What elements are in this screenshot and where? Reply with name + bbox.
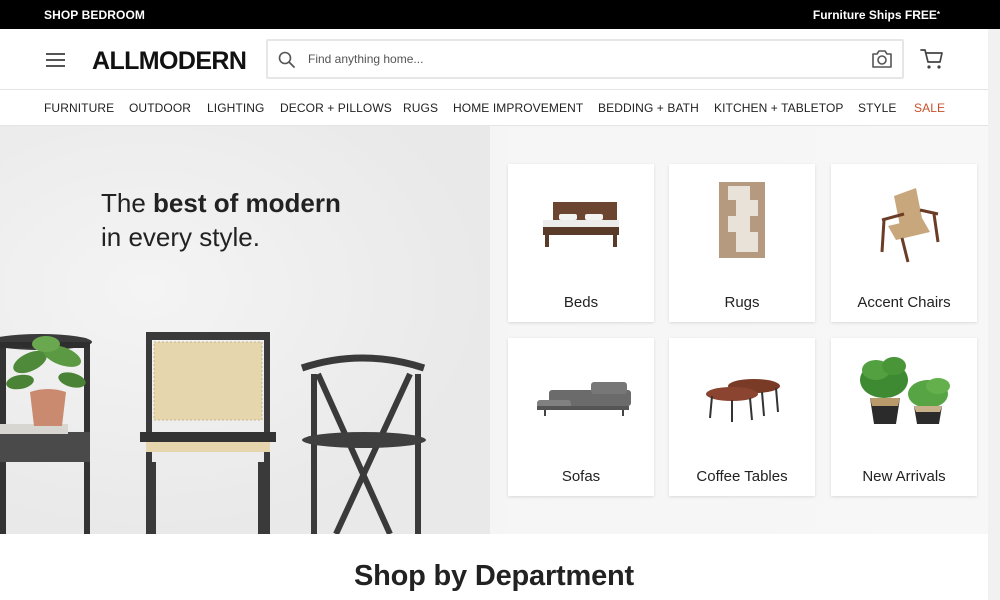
category-label-beds: Beds — [563, 294, 599, 311]
nav-item-style[interactable]: STYLE — [858, 101, 897, 115]
hero-title-line2: in every style. — [101, 222, 260, 252]
allmodern-logo[interactable]: ALLMODERN — [92, 47, 247, 76]
nav-item-lighting[interactable]: LIGHTING — [207, 101, 264, 115]
coffee-table-image — [706, 379, 780, 422]
hero-title-bold: best of modern — [153, 188, 341, 218]
category-card-sofas[interactable]: Sofas — [508, 338, 654, 496]
category-label-new-arrivals: New Arrivals — [862, 468, 946, 485]
accent-chair-image — [880, 188, 940, 263]
shop-by-department-heading: Shop by Department — [354, 560, 634, 592]
hero-headline: The best of modern in every style. — [101, 186, 341, 254]
free-shipping-link[interactable]: Furniture Ships FREE* — [813, 8, 940, 22]
nav-item-outdoor[interactable]: OUTDOOR — [129, 101, 191, 115]
nav-item-kitchen-tabletop[interactable]: KITCHEN + TABLETOP — [714, 101, 844, 115]
plants-image — [860, 357, 950, 424]
hero-banner: The best of modern in every style. Beds … — [0, 126, 988, 534]
sofa-image — [537, 382, 631, 416]
category-nav: FURNITURE OUTDOOR LIGHTING DECOR + PILLO… — [0, 90, 988, 126]
category-label-sofas: Sofas — [561, 468, 601, 485]
nav-item-furniture[interactable]: FURNITURE — [44, 101, 114, 115]
free-shipping-asterisk: * — [936, 10, 940, 19]
category-label-accent-chairs: Accent Chairs — [857, 294, 951, 311]
nav-item-bedding-bath[interactable]: BEDDING + BATH — [598, 101, 699, 115]
nav-item-rugs[interactable]: RUGS — [403, 101, 438, 115]
site-header: ALLMODERN — [0, 29, 988, 90]
category-card-accent-chairs[interactable]: Accent Chairs — [831, 164, 977, 322]
hero-title-plain: The — [101, 188, 154, 218]
nav-item-decor-pillows[interactable]: DECOR + PILLOWS — [280, 101, 392, 115]
search-bar[interactable] — [266, 39, 904, 79]
category-card-rugs[interactable]: Rugs — [669, 164, 815, 322]
category-label-coffee-tables: Coffee Tables — [696, 468, 788, 485]
search-icon[interactable] — [277, 50, 297, 70]
category-label-rugs: Rugs — [724, 294, 760, 311]
hamburger-menu-icon[interactable] — [44, 51, 68, 69]
shop-bedroom-link[interactable]: SHOP BEDROOM — [44, 8, 145, 22]
nav-item-sale[interactable]: SALE — [914, 101, 945, 115]
hero-chairs-image — [0, 332, 426, 534]
category-card-coffee-tables[interactable]: Coffee Tables — [669, 338, 815, 496]
page-scrollbar[interactable] — [988, 29, 1000, 600]
cart-icon[interactable] — [920, 48, 944, 70]
search-input[interactable] — [308, 48, 848, 70]
nav-item-home-improvement[interactable]: HOME IMPROVEMENT — [453, 101, 583, 115]
promo-bar: SHOP BEDROOM Furniture Ships FREE* — [0, 0, 1000, 29]
category-card-new-arrivals[interactable]: New Arrivals — [831, 338, 977, 496]
category-card-beds[interactable]: Beds — [508, 164, 654, 322]
rug-image — [719, 182, 765, 258]
free-shipping-text: Furniture Ships FREE — [812, 8, 937, 22]
bed-image — [543, 202, 619, 247]
camera-icon[interactable] — [870, 48, 894, 70]
